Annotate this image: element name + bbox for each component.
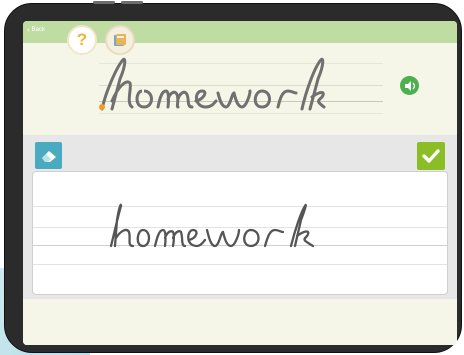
tablet-frame: ‹ Back ? homework [4,1,462,353]
model-word: homework [99,57,326,111]
back-label: Back [31,27,46,33]
checkmark-icon [422,149,440,163]
tablet-button [93,1,115,4]
eraser-button[interactable] [35,142,62,169]
speaker-button[interactable] [400,76,419,95]
eraser-icon [41,150,56,162]
back-button[interactable]: ‹ Back [27,26,45,34]
chevron-left-icon: ‹ [27,25,30,34]
user-handwriting: homework [109,203,315,248]
speaker-icon [404,80,415,91]
help-label: ? [76,30,88,49]
bottom-area [23,299,457,345]
help-button[interactable]: ? [67,25,97,55]
handwriting-canvas[interactable]: homework [32,171,448,295]
tablet-button [121,1,143,4]
book-icon [114,34,126,46]
check-button[interactable] [417,142,445,170]
app-screen: ‹ Back ? homework [23,21,457,345]
